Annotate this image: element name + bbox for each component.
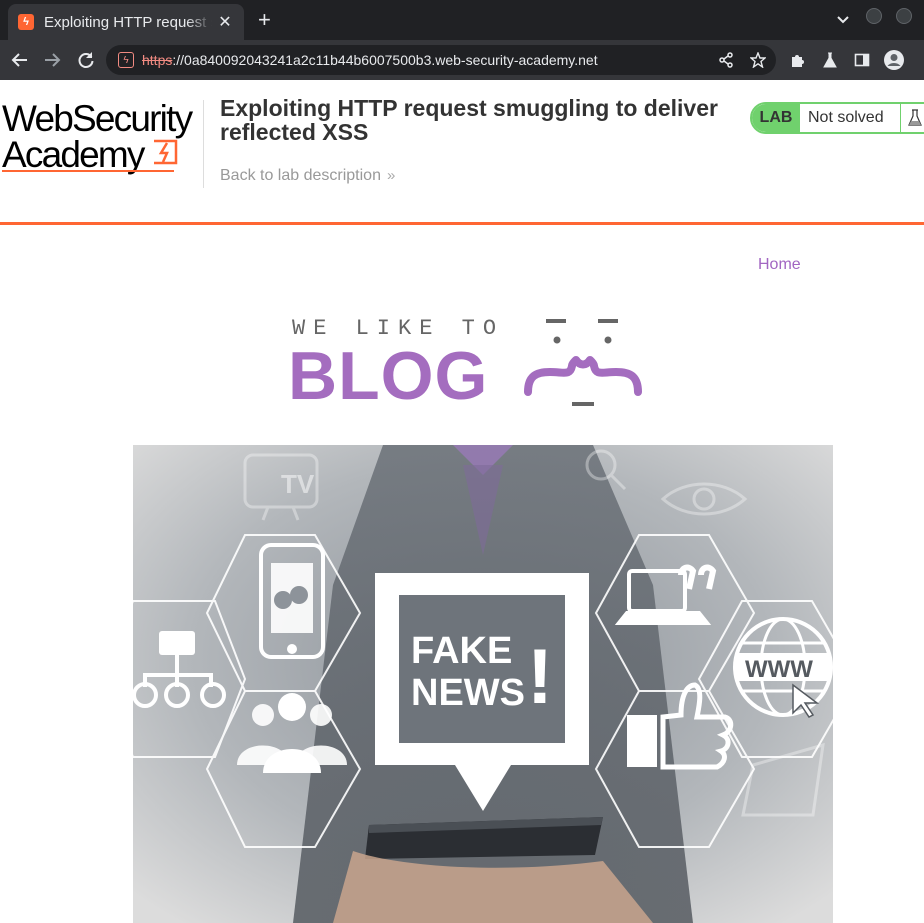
- url-text[interactable]: https://0a840092043241a2c11b44b6007500b3…: [142, 52, 598, 68]
- browser-tab-strip: ϟ Exploiting HTTP request smuggling to d…: [0, 0, 924, 40]
- flask-icon: [900, 104, 924, 132]
- extensions-puzzle-icon[interactable]: [786, 48, 810, 72]
- lab-status-text: Not solved: [808, 109, 884, 126]
- web-security-academy-logo[interactable]: WebSecurity Academy: [2, 98, 200, 178]
- hero-headline-line2: NEWS: [411, 672, 525, 714]
- tab-title: Exploiting HTTP request smuggling to del…: [44, 13, 212, 31]
- lab-status-widget: LAB Not solved: [750, 102, 924, 134]
- portswigger-favicon-icon: ϟ: [18, 14, 34, 30]
- url-host: ://0a840092043241a2c11b44b6007500b3.web-…: [172, 52, 598, 68]
- share-icon[interactable]: [716, 50, 736, 70]
- tab-close-icon[interactable]: ✕: [216, 12, 234, 32]
- not-secure-icon[interactable]: ϟ: [118, 52, 134, 68]
- window-maximize-button[interactable]: [896, 8, 912, 24]
- side-panel-icon[interactable]: [850, 48, 874, 72]
- browser-toolbar: ϟ https://0a840092043241a2c11b44b6007500…: [0, 40, 924, 80]
- header-divider: [203, 100, 204, 188]
- blog-wordmark: BLOG: [288, 338, 489, 414]
- reload-icon[interactable]: [74, 48, 98, 72]
- lab-title: Exploiting HTTP request smuggling to del…: [220, 95, 718, 145]
- bookmark-star-icon[interactable]: [748, 50, 768, 70]
- hero-www-label: WWW: [745, 656, 813, 683]
- profile-avatar-icon[interactable]: [882, 48, 906, 72]
- window-minimize-button[interactable]: [866, 8, 882, 24]
- forward-arrow-icon[interactable]: [40, 48, 64, 72]
- hero-headline-line1: FAKE: [411, 630, 512, 672]
- back-arrow-icon[interactable]: [8, 48, 32, 72]
- tab-search-chevron-icon[interactable]: [836, 12, 850, 29]
- back-to-lab-description-link[interactable]: Back to lab description »: [220, 167, 395, 185]
- logo-underline: [2, 170, 174, 172]
- url-scheme: https: [142, 52, 173, 68]
- address-bar[interactable]: ϟ https://0a840092043241a2c11b44b6007500…: [106, 45, 776, 75]
- blog-face-emoticon-icon: [524, 319, 642, 406]
- back-link-label: Back to lab description: [220, 167, 381, 184]
- browser-tab-active[interactable]: ϟ Exploiting HTTP request smuggling to d…: [8, 4, 244, 40]
- nav-home-link[interactable]: Home: [758, 256, 801, 274]
- labs-flask-icon[interactable]: [818, 48, 842, 72]
- hero-headline-mark: !: [527, 632, 553, 720]
- new-tab-button[interactable]: +: [258, 9, 271, 31]
- blog-hero-image: TV FAKE NEWS ! WWW: [133, 445, 833, 923]
- lab-badge: LAB: [752, 104, 800, 132]
- lab-header: WebSecurity Academy Exploiting HTTP requ…: [0, 80, 924, 225]
- hero-tv-label: TV: [281, 469, 315, 499]
- logo-bolt-icon: [154, 139, 178, 165]
- double-chevron-right-icon: »: [386, 167, 396, 184]
